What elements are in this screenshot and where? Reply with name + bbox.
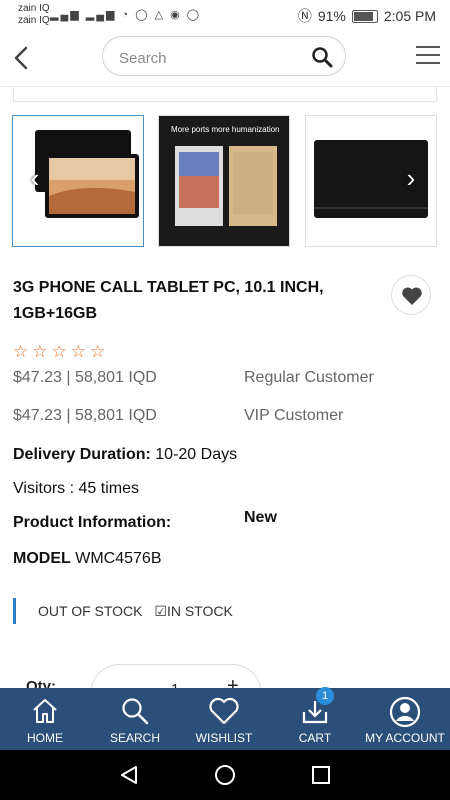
qty-increase-button[interactable]: + <box>227 675 239 688</box>
product-title: 3G PHONE CALL TABLET PC, 10.1 INCH, 1GB+… <box>13 279 324 322</box>
nav-account-label: MY ACCOUNT <box>365 731 445 745</box>
nfc-icon: Ⓝ <box>297 8 312 24</box>
star-icon: ☆ <box>90 342 106 361</box>
top-bar <box>0 30 450 87</box>
ports-image <box>159 116 289 246</box>
search-box <box>102 36 346 76</box>
search-icon <box>122 698 149 725</box>
model-value: WMC4576B <box>75 550 162 567</box>
carrier-label: zain IQ <box>18 15 50 26</box>
menu-icon <box>416 46 440 48</box>
carousel-prev-button[interactable]: ‹ <box>24 163 46 193</box>
nav-wishlist-label: WISHLIST <box>195 731 253 745</box>
price-label: VIP Customer <box>244 407 344 424</box>
thumbnail-carousel: ‹ More ports more humanization › <box>0 115 450 249</box>
status-bar: zain IQ zain IQ ▂▄▆ ▂▄▆ ◔ ◯ △ ◉ ◯ Ⓝ 91% … <box>0 0 450 30</box>
nav-cart-label: CART <box>298 731 332 745</box>
recents-square-icon[interactable] <box>310 764 332 786</box>
search-input[interactable] <box>117 46 301 70</box>
signal-icons: ▂▄▆ ▂▄▆ ◔ ◯ △ ◉ ◯ <box>50 9 202 21</box>
thumbnail-caption: More ports more humanization <box>171 125 280 134</box>
star-icon: ☆ <box>32 342 48 361</box>
back-button[interactable] <box>8 40 38 76</box>
visitors-count: Visitors : 45 times <box>13 480 139 497</box>
price-row-vip: $47.23 | 58,801 IQD VIP Customer <box>13 407 433 425</box>
product-information-label: Product Information: <box>13 514 172 531</box>
price-value: $47.23 | 58,801 IQD <box>13 369 157 386</box>
nav-cart[interactable]: 1 CART <box>292 687 338 750</box>
heart-icon <box>402 287 422 305</box>
star-icon: ☆ <box>51 342 67 361</box>
home-icon <box>33 699 57 723</box>
back-triangle-icon[interactable] <box>118 764 140 786</box>
search-icon <box>312 47 333 68</box>
delivery-label: Delivery Duration: <box>13 446 151 463</box>
battery-icon <box>351 9 378 23</box>
battery-percent: 91% <box>317 8 346 24</box>
in-stock-label: IN STOCK <box>166 603 233 619</box>
nav-search-label: SEARCH <box>109 731 160 745</box>
nav-home[interactable]: HOME <box>18 688 72 750</box>
thumbnail-2[interactable]: More ports more humanization <box>158 115 290 247</box>
star-icon: ☆ <box>70 342 86 361</box>
stock-status: OUT OF STOCK ☑IN STOCK <box>13 598 233 624</box>
price-label: Regular Customer <box>244 369 374 386</box>
price-value: $47.23 | 58,801 IQD <box>13 407 157 424</box>
bottom-navigation: HOME SEARCH WISHLIST 1 CART MY ACCOUNT <box>0 687 450 750</box>
search-button[interactable] <box>311 46 333 68</box>
nav-wishlist[interactable]: WISHLIST <box>192 688 256 750</box>
model-row: MODEL WMC4576B <box>13 550 161 568</box>
price-row-regular: $47.23 | 58,801 IQD Regular Customer <box>13 369 433 387</box>
out-of-stock-label: OUT OF STOCK <box>38 603 143 619</box>
quantity-stepper[interactable]: 1 + <box>90 664 262 688</box>
back-arrow-icon <box>14 46 28 70</box>
status-right: Ⓝ 91% 2:05 PM <box>298 6 436 26</box>
cart-count-badge: 1 <box>316 687 334 705</box>
carousel-next-button[interactable]: › <box>400 163 422 193</box>
image-frame-edge <box>13 86 437 102</box>
nav-home-label: HOME <box>27 731 63 745</box>
heart-icon <box>209 697 239 725</box>
delivery-value: 10-20 Days <box>155 446 238 463</box>
product-information-value: New <box>244 509 277 526</box>
quantity-area: Qty: 1 + <box>0 660 450 688</box>
carrier-label: zain IQ <box>18 3 50 14</box>
home-circle-icon[interactable] <box>214 764 236 786</box>
clock: 2:05 PM <box>383 8 436 24</box>
star-icon: ☆ <box>13 342 29 361</box>
delivery-duration: Delivery Duration: 10-20 Days <box>13 446 237 464</box>
nav-my-account[interactable]: MY ACCOUNT <box>362 688 448 750</box>
add-to-wishlist-button[interactable] <box>391 275 431 315</box>
nav-search[interactable]: SEARCH <box>106 688 164 750</box>
rating-stars[interactable]: ☆ ☆ ☆ ☆ ☆ <box>13 343 105 360</box>
model-label: MODEL <box>13 550 71 567</box>
check-icon: ☑ <box>154 603 167 619</box>
qty-label: Qty: <box>26 678 56 688</box>
user-icon <box>389 696 421 728</box>
qty-value: 1 <box>171 681 179 688</box>
system-navigation-bar <box>0 750 450 800</box>
menu-button[interactable] <box>416 46 440 66</box>
